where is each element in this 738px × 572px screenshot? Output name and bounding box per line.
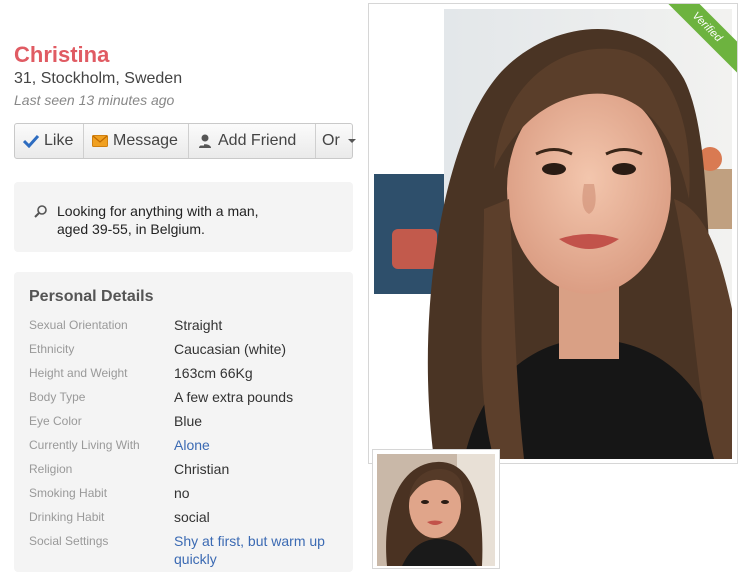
detail-label: Eye Color (29, 414, 82, 428)
detail-value: Caucasian (white) (174, 341, 287, 357)
message-button[interactable]: Message (84, 124, 189, 158)
detail-label: Height and Weight (29, 366, 128, 380)
detail-label: Body Type (29, 390, 86, 404)
detail-label: Ethnicity (29, 342, 75, 356)
main-photo-frame: Verified (368, 3, 738, 464)
detail-value: A few extra pounds (174, 389, 294, 405)
detail-value: Straight (174, 317, 223, 333)
personal-details-panel: Personal Details Sexual Orientation Stra… (14, 272, 353, 572)
add-user-icon (199, 134, 211, 148)
profile-photo-image (374, 9, 732, 459)
main-profile-photo[interactable] (374, 9, 732, 459)
or-label: Or (322, 132, 340, 149)
looking-for-panel: Looking for anything with a man, aged 39… (14, 182, 353, 252)
personal-details-title: Personal Details (29, 288, 154, 305)
detail-value: no (174, 485, 190, 501)
check-icon (23, 134, 39, 148)
add-friend-button[interactable]: Add Friend (189, 124, 316, 158)
looking-for-text: Looking for anything with a man, aged 39… (57, 202, 297, 238)
detail-label: Religion (29, 462, 73, 476)
social-settings-link[interactable]: Shy at first, but warm up quickly (174, 532, 344, 568)
detail-value: 163cm 66Kg (174, 365, 253, 381)
like-label: Like (44, 132, 74, 149)
action-button-group: Like Message Add Friend Or (14, 123, 356, 159)
more-options-dropdown[interactable]: Or (316, 124, 356, 158)
message-label: Message (113, 132, 178, 149)
detail-label: Currently Living With (29, 438, 140, 452)
detail-label: Social Settings (29, 534, 109, 548)
add-friend-label: Add Friend (218, 132, 297, 149)
detail-value: social (174, 509, 210, 525)
looking-for-line-2: aged 39-55, in Belgium. (57, 221, 205, 237)
like-button[interactable]: Like (15, 124, 84, 158)
looking-for-line-1: Looking for anything with a man, (57, 203, 259, 219)
detail-value: Christian (174, 461, 230, 477)
detail-label: Drinking Habit (29, 510, 105, 524)
thumbnail-frame (372, 449, 500, 569)
last-seen: Last seen 13 minutes ago (14, 92, 175, 108)
profile-name: Christina (14, 42, 110, 67)
living-with-link[interactable]: Alone (174, 436, 344, 454)
search-icon (34, 205, 47, 218)
thumbnail-photo[interactable] (377, 454, 495, 566)
detail-label: Sexual Orientation (29, 318, 128, 332)
detail-value: Blue (174, 413, 203, 429)
detail-label: Smoking Habit (29, 486, 108, 500)
envelope-icon (92, 135, 108, 147)
chevron-down-icon (347, 139, 356, 143)
thumbnail-image (377, 454, 495, 566)
profile-meta: 31, Stockholm, Sweden (14, 70, 183, 87)
